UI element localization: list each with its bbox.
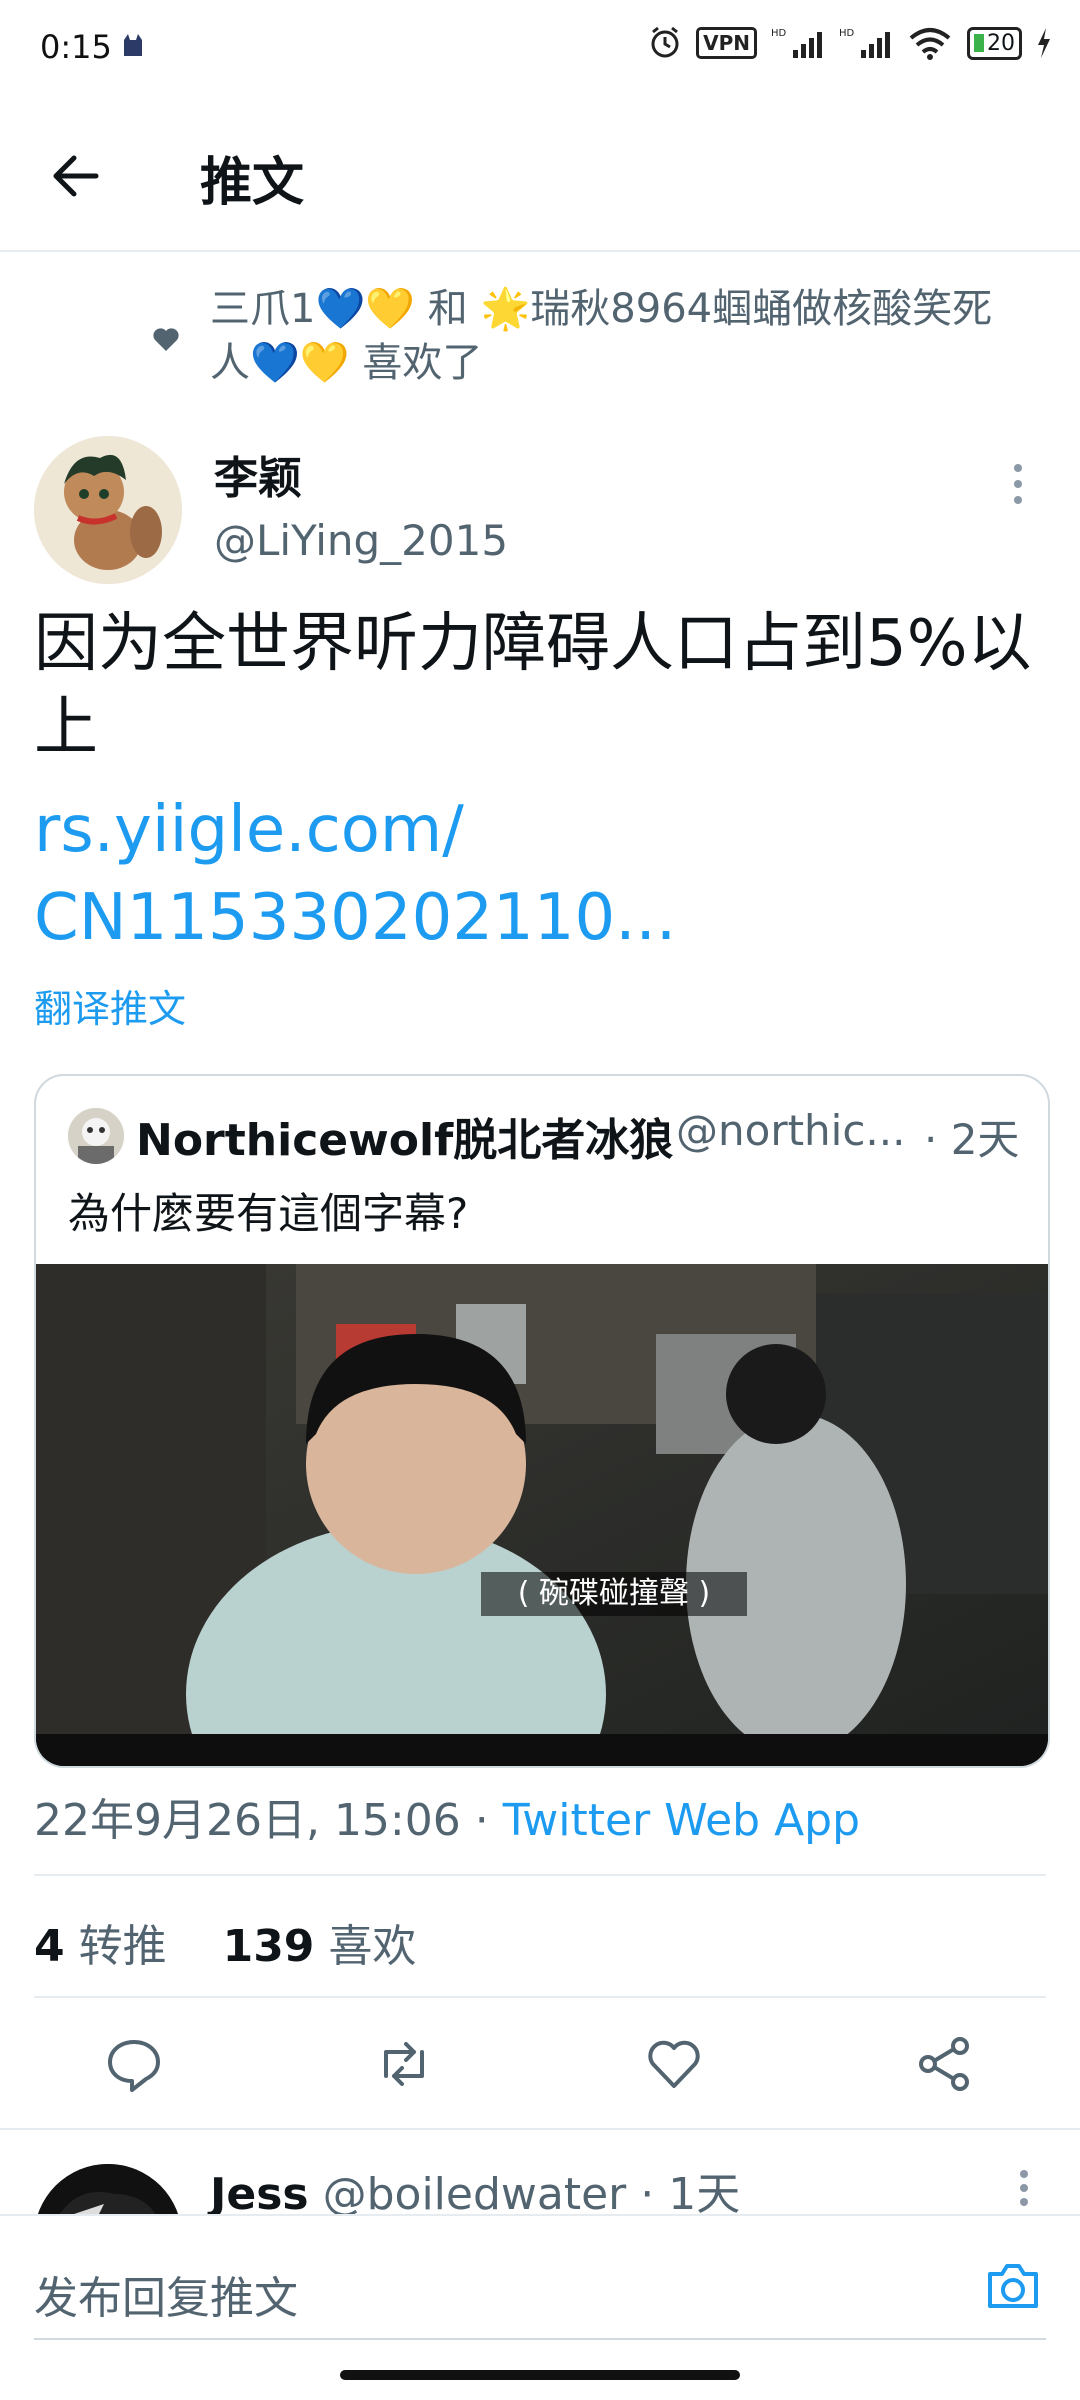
- quote-author-handle[interactable]: @northic...: [676, 1106, 905, 1155]
- status-bar: 0:15 VPN HD HD 20: [0, 0, 1080, 96]
- author-avatar[interactable]: [34, 436, 182, 584]
- more-vertical-icon[interactable]: [1012, 462, 1024, 506]
- wifi-icon: [909, 28, 951, 60]
- svg-text:HD: HD: [771, 28, 787, 39]
- translate-tweet-link[interactable]: 翻译推文: [34, 978, 186, 1033]
- home-indicator[interactable]: [340, 2370, 740, 2380]
- tweet-source-link[interactable]: Twitter Web App: [503, 1795, 860, 1846]
- vpn-badge: VPN: [696, 27, 757, 59]
- reply-input[interactable]: 发布回复推文: [34, 2262, 298, 2326]
- reply-input-underline: [34, 2338, 1046, 2340]
- like-icon[interactable]: [644, 2034, 704, 2094]
- camera-icon[interactable]: [984, 2260, 1042, 2312]
- alarm-icon: [651, 26, 679, 58]
- author-handle[interactable]: @LiYing_2015: [214, 516, 508, 565]
- more-vertical-icon[interactable]: [1018, 2168, 1030, 2208]
- cat-notification-icon: [124, 34, 142, 56]
- reply-author-handle[interactable]: @boiledwater: [323, 2169, 627, 2220]
- quote-author-name[interactable]: Northicewolf脱北者冰狼: [136, 1104, 673, 1168]
- divider: [34, 1996, 1046, 1998]
- reply-icon[interactable]: [104, 2034, 164, 2094]
- retweets-label[interactable]: 转推: [79, 1921, 167, 1972]
- reply-composer-bar: 发布回复推文: [0, 2214, 1080, 2346]
- svg-text:HD: HD: [839, 28, 855, 39]
- battery-percent: 20: [987, 30, 1015, 56]
- charging-icon: [1038, 28, 1050, 58]
- quote-media-image[interactable]: ( 碗碟碰撞聲 ): [36, 1264, 1048, 1766]
- heart-icon: [153, 328, 179, 351]
- tweet-stats: 4 转推 139 喜欢: [34, 1910, 416, 1974]
- dog-avatar-illustration: [34, 436, 182, 584]
- quote-text: 為什麼要有這個字幕?: [68, 1189, 469, 1238]
- reply-author-name[interactable]: Jess: [210, 2169, 309, 2220]
- battery-level: [974, 34, 984, 52]
- divider: [0, 2128, 1080, 2130]
- tweet-timestamp: 22年9月26日, 15:06 ·: [34, 1795, 503, 1846]
- quote-tweet-card[interactable]: Northicewolf脱北者冰狼 @northic... · 2天 為什麼要有…: [34, 1074, 1050, 1768]
- reply-header: Jess @boiledwater · 1天: [210, 2158, 740, 2222]
- page-title: 推文: [200, 153, 305, 213]
- quote-time: · 2天: [924, 1115, 1020, 1164]
- divider: [34, 1874, 1046, 1876]
- liked-by-text[interactable]: 三爪1💙💛 和 🌟瑞秋8964蝈蛹做核酸笑死人💙💛 喜欢了: [210, 282, 1030, 390]
- status-time: 0:15: [40, 28, 112, 66]
- kitchen-scene-image: [36, 1264, 1048, 1766]
- media-subtitle: ( 碗碟碰撞聲 ): [517, 1576, 711, 1611]
- tweet-text: 因为全世界听力障碍人口占到5%以上: [34, 607, 1032, 765]
- share-icon[interactable]: [914, 2034, 974, 2094]
- status-icons: VPN HD HD 20: [648, 26, 1052, 60]
- tweet-meta: 22年9月26日, 15:06 · Twitter Web App: [34, 1784, 860, 1848]
- signal-1-icon: HD: [771, 28, 822, 58]
- likes-count[interactable]: 139: [223, 1921, 315, 1972]
- retweet-icon[interactable]: [374, 2034, 434, 2094]
- battery-indicator: 20: [967, 26, 1022, 60]
- back-arrow-icon[interactable]: [50, 150, 102, 202]
- quote-author-avatar[interactable]: [68, 1108, 124, 1164]
- signal-2-icon: HD: [839, 28, 890, 58]
- reply-time: · 1天: [640, 2169, 741, 2220]
- tweet-link[interactable]: rs.yiigle.com/ CN115330202110...: [34, 786, 1054, 962]
- author-name[interactable]: 李颖: [214, 442, 302, 506]
- quote-avatar-image: [68, 1108, 124, 1164]
- retweets-count[interactable]: 4: [34, 1921, 65, 1972]
- likes-label[interactable]: 喜欢: [328, 1921, 416, 1972]
- app-header: 推文: [0, 100, 1080, 252]
